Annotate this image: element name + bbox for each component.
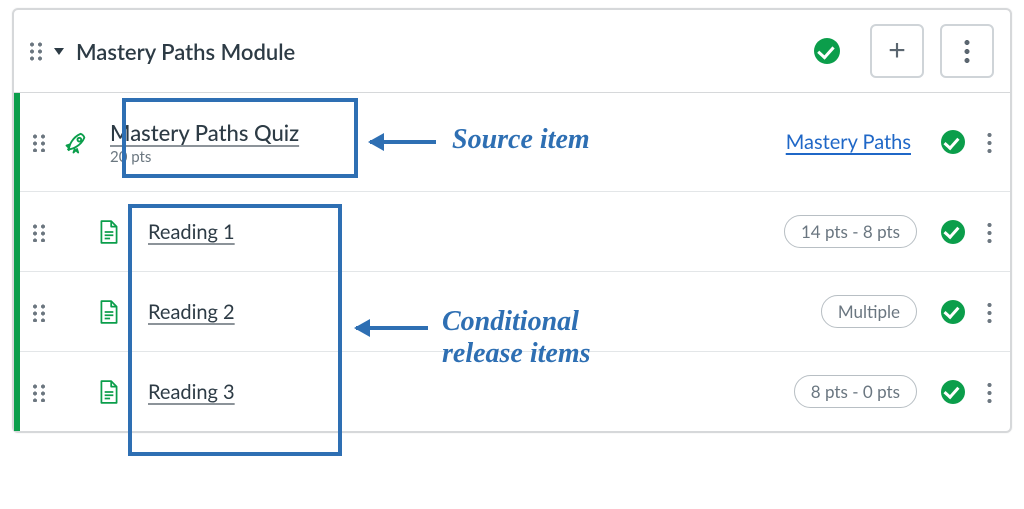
published-check-icon[interactable] xyxy=(941,380,965,404)
plus-icon: + xyxy=(888,36,906,66)
module-card: Mastery Paths Module + xyxy=(12,8,1012,433)
published-check-icon[interactable] xyxy=(941,300,965,324)
drag-handle-icon[interactable] xyxy=(32,382,48,402)
item-menu-button[interactable] xyxy=(987,301,992,323)
module-screenshot: Mastery Paths Module + xyxy=(0,0,1024,509)
kebab-icon xyxy=(964,38,970,64)
page-icon xyxy=(94,377,124,407)
published-check-icon[interactable] xyxy=(941,130,965,154)
module-menu-button[interactable] xyxy=(940,24,994,78)
published-check-icon[interactable] xyxy=(941,220,965,244)
item-subtitle: 20 pts xyxy=(110,148,299,166)
module-items: Mastery Paths Quiz 20 pts Mastery Paths xyxy=(14,92,1010,431)
drag-handle-icon[interactable] xyxy=(28,40,46,62)
rocket-quiz-icon xyxy=(62,127,92,157)
module-title[interactable]: Mastery Paths Module xyxy=(76,38,295,65)
module-header: Mastery Paths Module + xyxy=(14,10,1010,92)
drag-handle-icon[interactable] xyxy=(32,132,48,152)
module-item: Reading 2 Multiple xyxy=(14,271,1010,351)
item-title-link[interactable]: Reading 1 xyxy=(148,220,235,244)
module-item: Reading 1 14 pts - 8 pts xyxy=(14,191,1010,271)
module-item: Mastery Paths Quiz 20 pts Mastery Paths xyxy=(14,93,1010,191)
item-menu-button[interactable] xyxy=(987,131,992,153)
item-menu-button[interactable] xyxy=(987,221,992,243)
item-title-block: Mastery Paths Quiz 20 pts xyxy=(110,119,299,166)
mastery-paths-link[interactable]: Mastery Paths xyxy=(786,130,911,154)
item-title-link[interactable]: Mastery Paths Quiz xyxy=(110,119,299,146)
item-title-link[interactable]: Reading 2 xyxy=(148,300,235,324)
chevron-down-icon[interactable] xyxy=(54,48,64,55)
item-title-link[interactable]: Reading 3 xyxy=(148,380,235,404)
points-range-pill: Multiple xyxy=(821,295,917,328)
page-icon xyxy=(94,297,124,327)
published-check-icon[interactable] xyxy=(814,38,840,64)
points-range-pill: 14 pts - 8 pts xyxy=(784,215,917,248)
item-menu-button[interactable] xyxy=(987,381,992,403)
add-item-button[interactable]: + xyxy=(870,24,924,78)
points-range-pill: 8 pts - 0 pts xyxy=(794,375,917,408)
page-icon xyxy=(94,217,124,247)
drag-handle-icon[interactable] xyxy=(32,222,48,242)
drag-handle-icon[interactable] xyxy=(32,302,48,322)
module-item: Reading 3 8 pts - 0 pts xyxy=(14,351,1010,431)
